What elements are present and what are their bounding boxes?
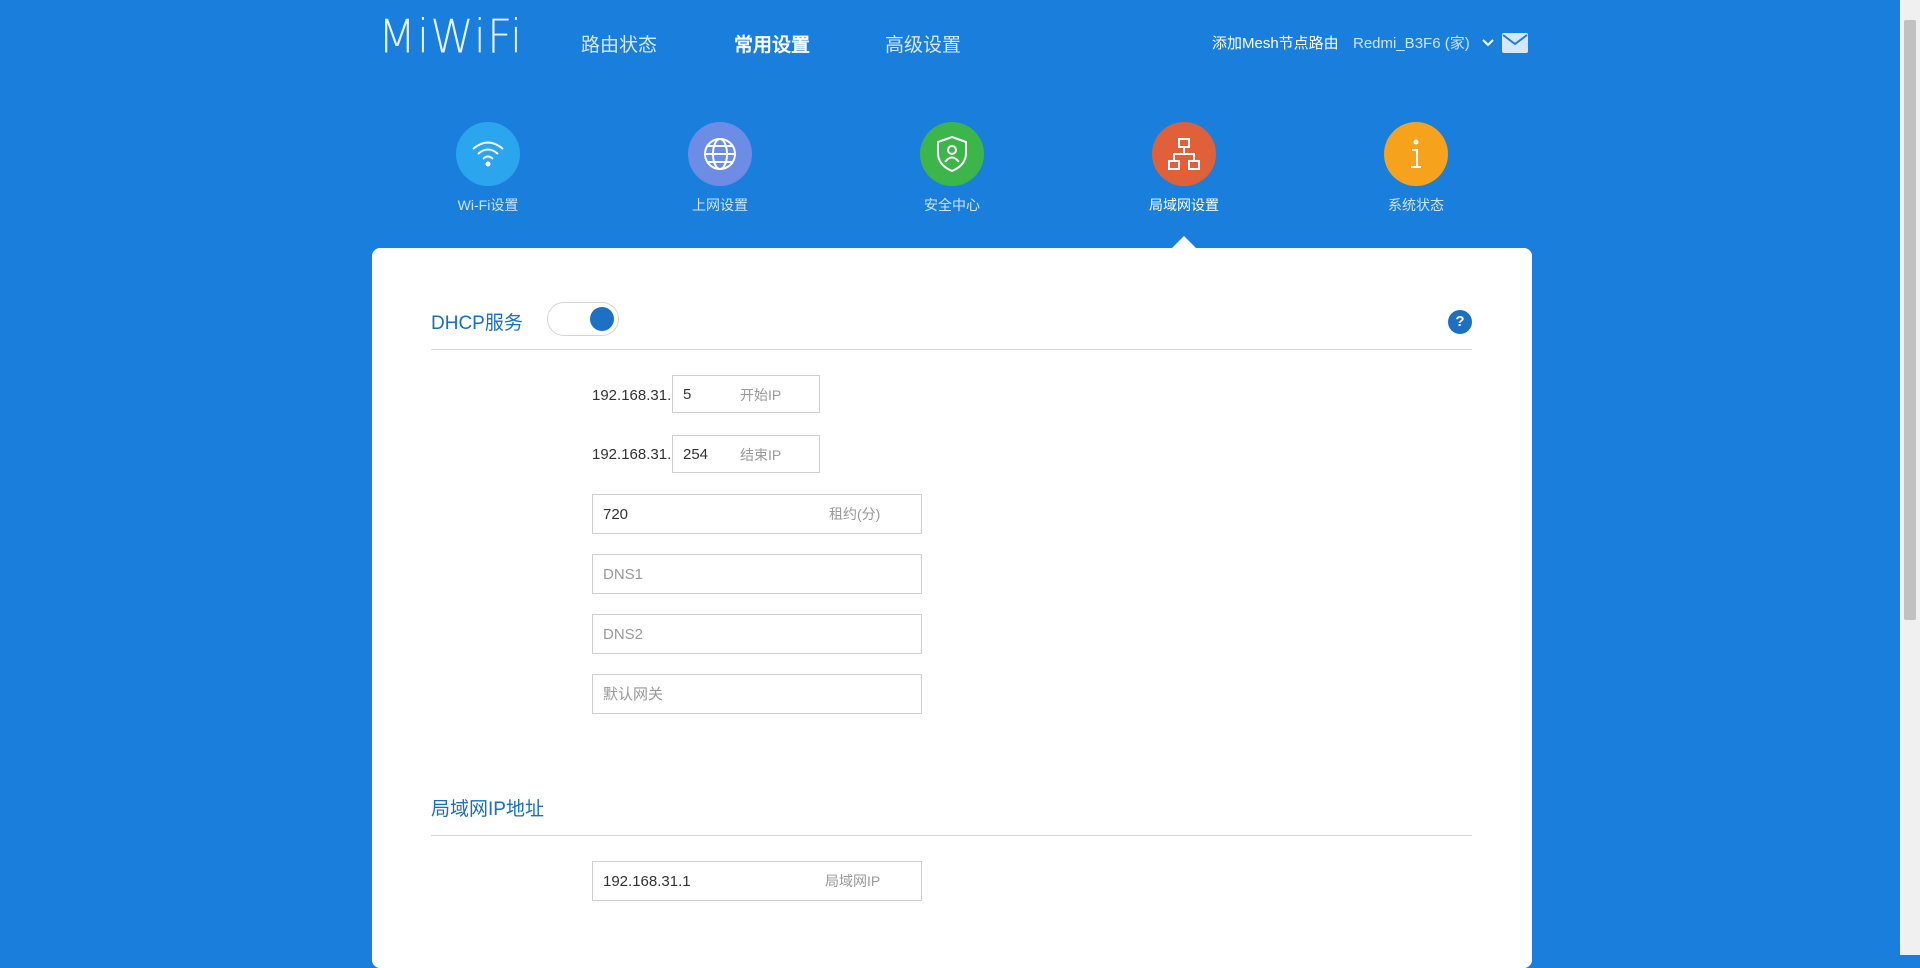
dns2-field (592, 614, 922, 654)
section-divider (431, 835, 1472, 836)
add-mesh-node-link[interactable]: 添加Mesh节点路由 (1212, 32, 1339, 53)
nav-common-settings[interactable]: 常用设置 (734, 30, 810, 57)
info-icon (1384, 122, 1448, 186)
end-ip-label: 结束IP (740, 447, 782, 463)
lease-input[interactable] (593, 495, 823, 533)
scroll-thumb[interactable] (1904, 20, 1916, 620)
start-ip-prefix: 192.168.31. (592, 387, 672, 404)
lan-ip-section-title: 局域网IP地址 (431, 799, 544, 820)
dns1-input[interactable] (593, 555, 823, 593)
help-icon[interactable]: ? (1448, 310, 1472, 334)
settings-icon-nav: Wi-Fi设置 上网设置 安全中心 局域网设置 系统状态 (0, 122, 1900, 222)
dhcp-section-title: DHCP服务 (431, 313, 523, 334)
tile-label: 系统状态 (1388, 197, 1444, 213)
dhcp-toggle[interactable] (547, 302, 619, 336)
lease-label: 租约(分) (829, 506, 881, 522)
start-ip-label: 开始IP (740, 387, 782, 403)
tile-security-center[interactable]: 安全中心 (882, 122, 1022, 215)
gateway-field (592, 674, 922, 714)
section-divider (431, 349, 1472, 350)
tile-label: 局域网设置 (1149, 197, 1219, 213)
router-name-dropdown[interactable]: Redmi_B3F6 (家) (1353, 32, 1494, 53)
dns1-field (592, 554, 922, 594)
start-ip-field: 开始IP (672, 375, 820, 413)
gateway-input[interactable] (593, 675, 823, 713)
lan-settings-panel: DHCP服务 ? 192.168.31. 开始IP 192.168.31. 结束… (372, 248, 1532, 968)
tile-label: 安全中心 (924, 197, 980, 213)
tile-wifi-settings[interactable]: Wi-Fi设置 (418, 122, 558, 215)
end-ip-input[interactable] (673, 436, 733, 472)
lan-icon (1152, 122, 1216, 186)
nav-advanced-settings[interactable]: 高级设置 (885, 30, 961, 57)
dns2-input[interactable] (593, 615, 823, 653)
lan-ip-input[interactable] (593, 862, 823, 900)
wifi-icon (456, 122, 520, 186)
tile-label: Wi-Fi设置 (457, 197, 519, 213)
mail-icon[interactable] (1502, 33, 1528, 53)
globe-icon (688, 122, 752, 186)
toggle-knob (590, 307, 614, 331)
miwifi-logo: MiWiFi (378, 10, 524, 65)
page-scrollbar[interactable] (1900, 0, 1920, 955)
tile-system-status[interactable]: 系统状态 (1346, 122, 1486, 215)
active-tab-caret (1172, 236, 1196, 248)
router-name-label: Redmi_B3F6 (家) (1353, 35, 1470, 52)
lan-ip-label: 局域网IP (825, 873, 881, 889)
end-ip-prefix: 192.168.31. (592, 446, 672, 463)
shield-icon (920, 122, 984, 186)
top-header: MiWiFi 路由状态 常用设置 高级设置 添加Mesh节点路由 Redmi_B… (0, 0, 1900, 80)
lan-ip-field: 局域网IP (592, 861, 922, 901)
start-ip-input[interactable] (673, 376, 733, 412)
lease-field: 租约(分) (592, 494, 922, 534)
end-ip-field: 结束IP (672, 435, 820, 473)
tile-lan-settings[interactable]: 局域网设置 (1114, 122, 1254, 215)
chevron-down-icon (1481, 38, 1494, 46)
tile-label: 上网设置 (692, 197, 748, 213)
tile-internet-settings[interactable]: 上网设置 (650, 122, 790, 215)
nav-router-status[interactable]: 路由状态 (581, 30, 657, 57)
